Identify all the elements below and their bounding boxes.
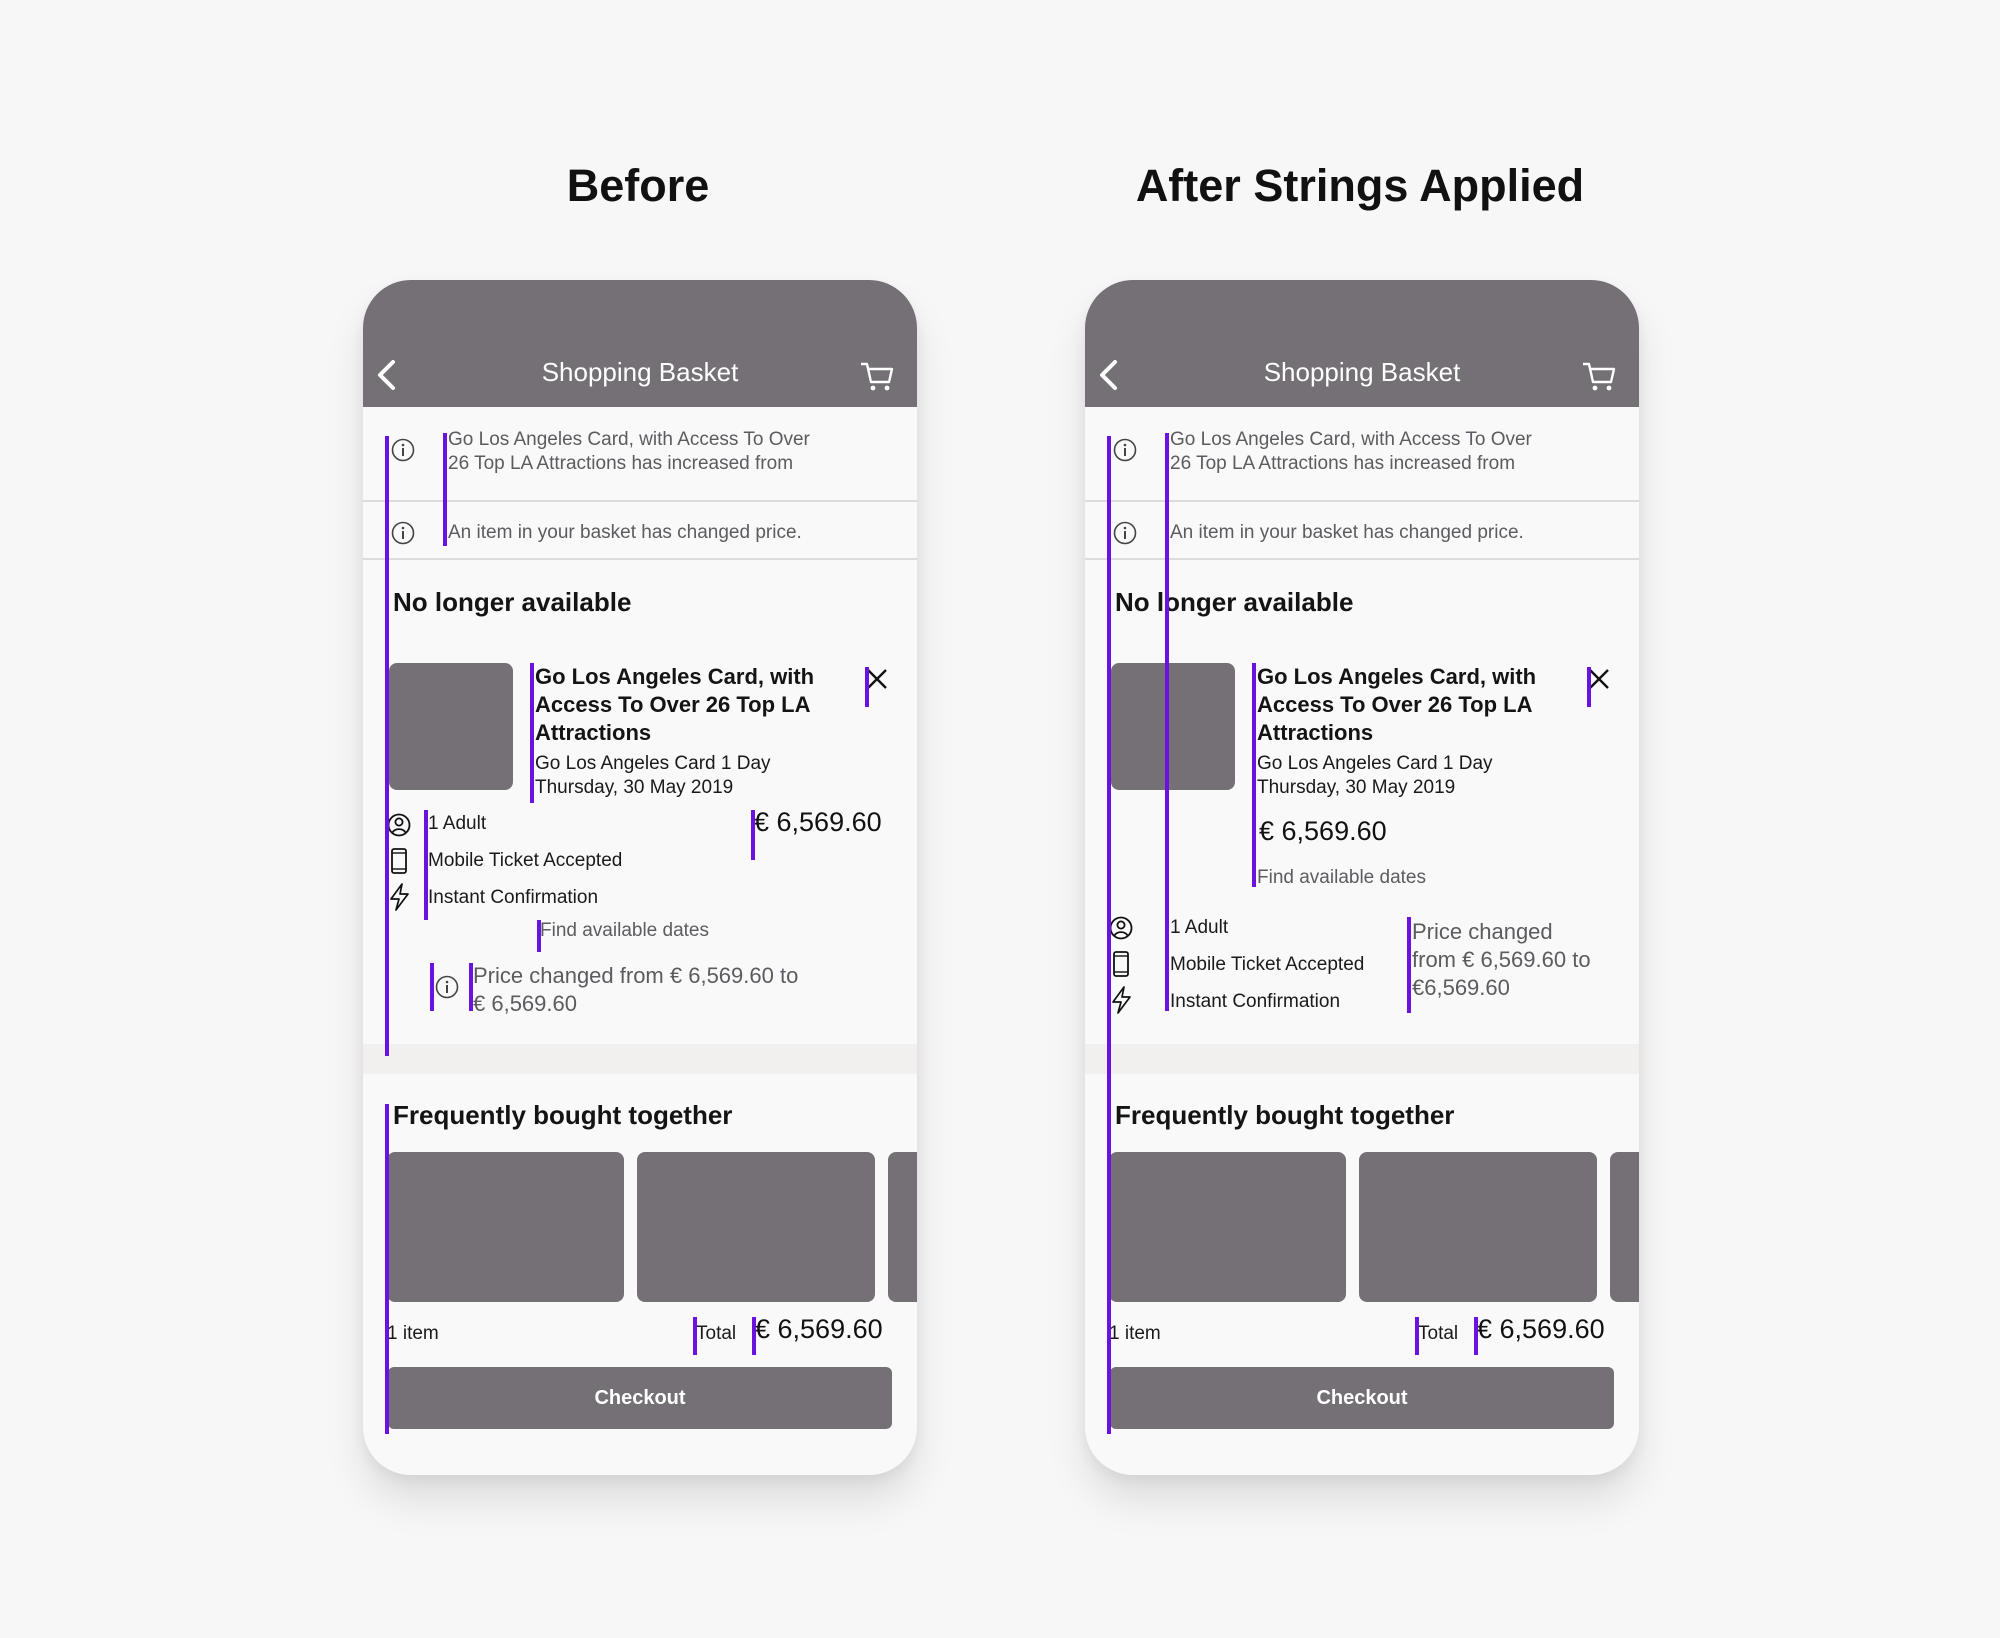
recommendation-card[interactable] (1610, 1152, 1639, 1302)
mobile-icon (1113, 951, 1129, 977)
divider (363, 558, 917, 560)
guide-line (1415, 1317, 1419, 1355)
feature-mobile-ticket: Mobile Ticket Accepted (428, 850, 623, 871)
checkout-button[interactable]: Checkout (388, 1367, 892, 1429)
info-icon (1113, 521, 1137, 545)
checkout-button[interactable]: Checkout (1110, 1367, 1614, 1429)
guide-line (751, 810, 755, 860)
product-variant: Go Los Angeles Card 1 Day (1257, 753, 1493, 774)
unavailable-heading: No longer available (393, 587, 632, 617)
mobile-icon (391, 848, 407, 874)
guide-line (865, 667, 869, 707)
guide-line (530, 663, 534, 803)
lightning-icon (1112, 986, 1131, 1014)
recommendation-card[interactable] (1109, 1152, 1346, 1302)
after-heading: After Strings Applied (1135, 160, 1585, 211)
item-count: 1 item (387, 1323, 439, 1344)
product-title-line-3: Attractions (535, 720, 652, 745)
feature-mobile-ticket: Mobile Ticket Accepted (1170, 954, 1365, 975)
phone-after: Shopping Basket Go Los Angeles Card, wit… (1085, 280, 1639, 1475)
guide-line (1587, 667, 1591, 707)
recommendation-card[interactable] (888, 1152, 917, 1302)
product-title-line-1: Go Los Angeles Card, with (1257, 664, 1537, 689)
phone-before: Shopping Basket Go Los Angeles Card, wit… (363, 280, 917, 1475)
app-header: Shopping Basket (363, 280, 917, 407)
price-changed-line-1: Price changed (1412, 919, 1553, 944)
guide-line (1107, 436, 1111, 1434)
product-price: € 6,569.60 (1259, 816, 1387, 846)
product-title-line-2: Access To Over 26 Top LA (1257, 692, 1533, 717)
before-heading: Before (566, 160, 710, 211)
info-icon (1113, 438, 1137, 462)
info-icon (391, 521, 415, 545)
header-title: Shopping Basket (541, 357, 739, 387)
guide-line (424, 810, 428, 920)
recommendation-card[interactable] (1359, 1152, 1597, 1302)
feature-instant-confirmation: Instant Confirmation (1170, 991, 1341, 1012)
notice-line-1: Go Los Angeles Card, with Access To Over (1170, 429, 1532, 450)
cart-icon[interactable] (859, 360, 895, 392)
lightning-icon (390, 883, 409, 911)
guide-line (385, 1104, 389, 1434)
product-title-line-2: Access To Over 26 Top LA (535, 692, 811, 717)
section-separator (363, 1044, 917, 1074)
app-header: Shopping Basket (1085, 280, 1639, 407)
guide-line (385, 436, 389, 1056)
guide-line (1252, 663, 1256, 887)
info-icon (435, 975, 459, 999)
item-count: 1 item (1109, 1323, 1161, 1344)
product-title-line-3: Attractions (1257, 720, 1374, 745)
guide-line (1165, 433, 1169, 1011)
notice-line-2: 26 Top LA Attractions has increased from (1170, 453, 1516, 474)
notice-line-2: 26 Top LA Attractions has increased from (448, 453, 794, 474)
price-changed-line-1: Price changed from € 6,569.60 to (473, 963, 799, 988)
total-label: Total (1418, 1323, 1459, 1344)
feature-adult: 1 Adult (428, 813, 487, 834)
find-dates-link[interactable]: Find available dates (1257, 867, 1426, 889)
guide-line (1407, 917, 1411, 1013)
find-dates-link[interactable]: Find available dates (540, 920, 709, 942)
guide-line (469, 963, 473, 1011)
price-change-notice: An item in your basket has changed price… (1170, 522, 1524, 543)
guide-line (443, 433, 447, 546)
fbt-heading: Frequently bought together (1115, 1100, 1455, 1130)
price-change-notice: An item in your basket has changed price… (448, 522, 802, 543)
recommendation-card[interactable] (637, 1152, 875, 1302)
product-price: € 6,569.60 (754, 807, 882, 837)
notice-line-1: Go Los Angeles Card, with Access To Over (448, 429, 810, 450)
product-image (1111, 663, 1235, 790)
guide-line (537, 920, 541, 952)
total-price: € 6,569.60 (755, 1314, 883, 1344)
price-changed-line-3: €6,569.60 (1412, 975, 1510, 1000)
recommendation-card[interactable] (387, 1152, 624, 1302)
guide-line (752, 1317, 756, 1355)
total-label: Total (696, 1323, 737, 1344)
product-title-line-1: Go Los Angeles Card, with (535, 664, 815, 689)
product-variant: Go Los Angeles Card 1 Day (535, 753, 771, 774)
product-image (389, 663, 513, 790)
guide-line (430, 963, 434, 1011)
feature-adult: 1 Adult (1170, 917, 1229, 938)
fbt-heading: Frequently bought together (393, 1100, 733, 1130)
product-date: Thursday, 30 May 2019 (1257, 777, 1456, 798)
feature-instant-confirmation: Instant Confirmation (428, 887, 599, 908)
price-changed-line-2: € 6,569.60 (473, 991, 577, 1016)
cart-icon[interactable] (1581, 360, 1617, 392)
user-icon (1109, 916, 1133, 940)
price-changed-line-2: from € 6,569.60 to (1412, 947, 1591, 972)
section-separator (1085, 1044, 1639, 1074)
guide-line (1474, 1317, 1478, 1355)
guide-line (693, 1317, 697, 1355)
total-price: € 6,569.60 (1477, 1314, 1605, 1344)
unavailable-heading: No longer available (1115, 587, 1354, 617)
info-icon (391, 438, 415, 462)
user-icon (387, 813, 411, 837)
header-title: Shopping Basket (1263, 357, 1461, 387)
product-date: Thursday, 30 May 2019 (535, 777, 734, 798)
